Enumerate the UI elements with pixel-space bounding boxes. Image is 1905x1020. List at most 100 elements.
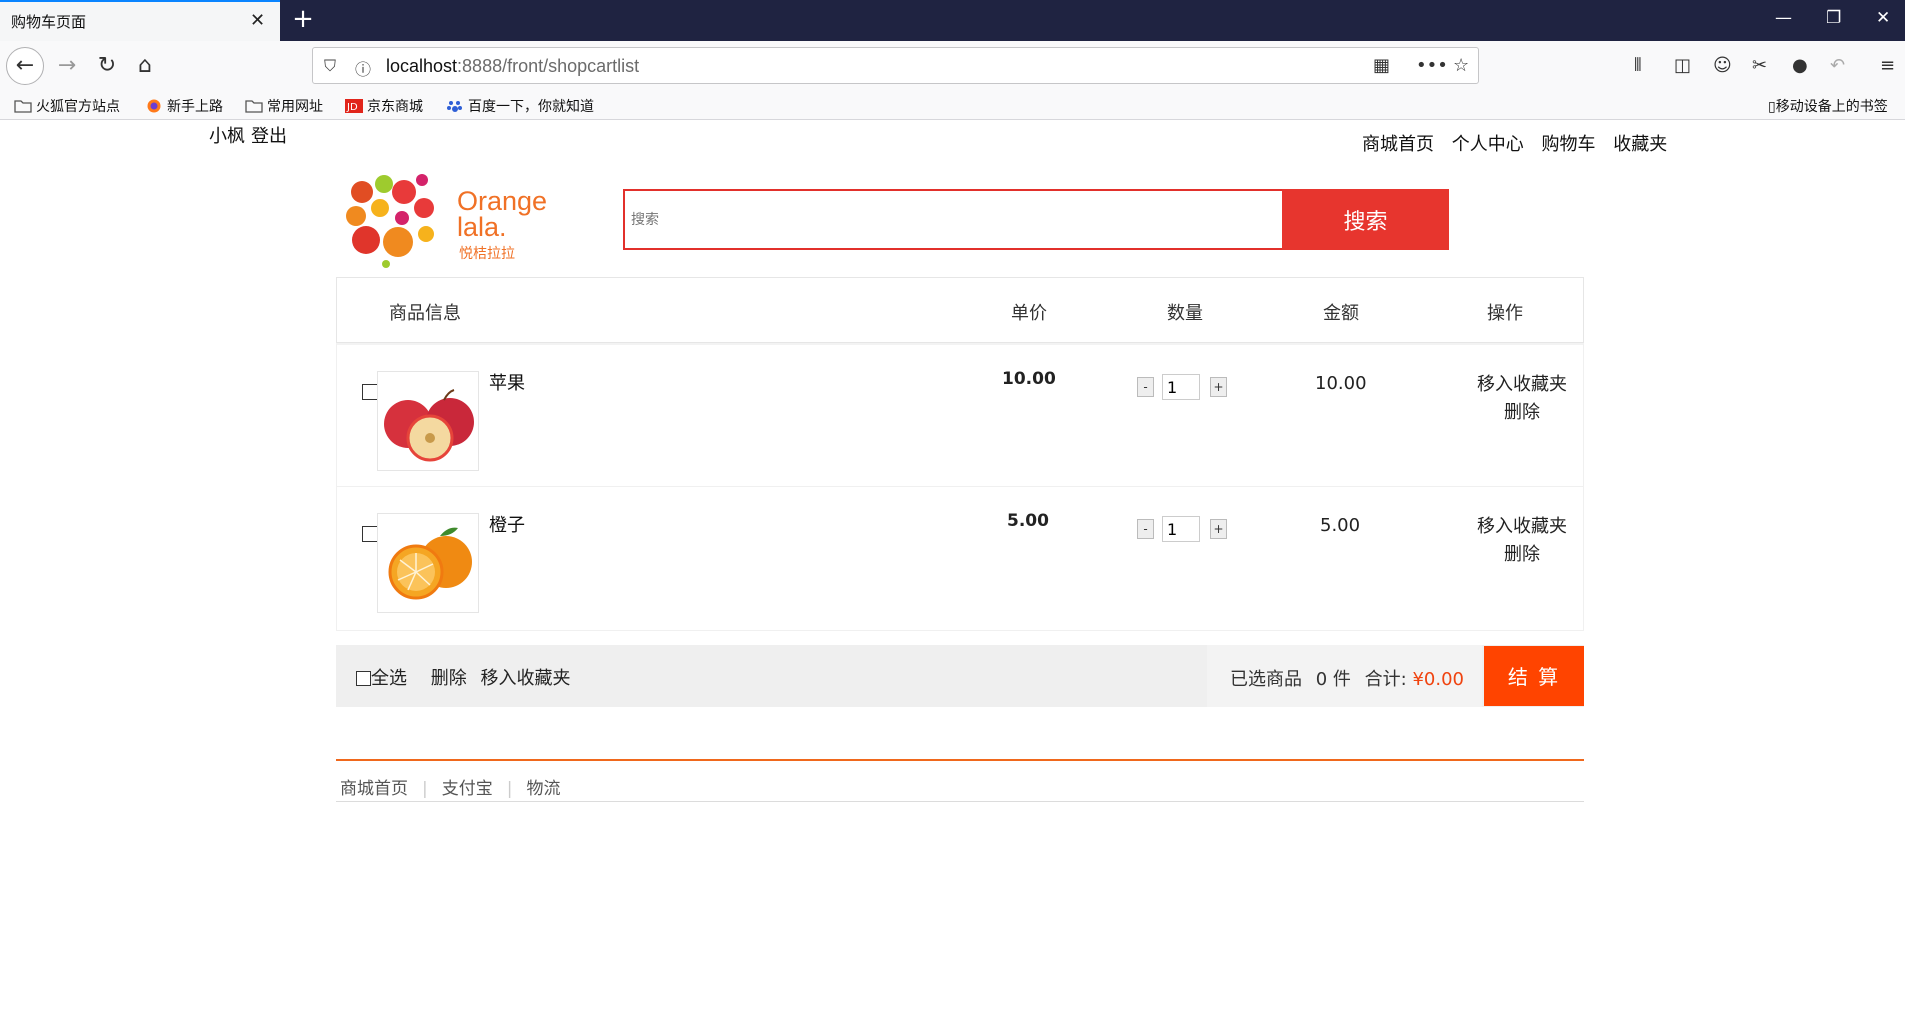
product-image-orange[interactable]: [377, 513, 479, 613]
cart-table: 商品信息 单价 数量 金额 操作 苹果 10.00 - 1 + 10.00 移入…: [336, 277, 1584, 631]
product-name[interactable]: 苹果: [489, 369, 525, 395]
nav-profile-link[interactable]: 个人中心: [1452, 134, 1524, 155]
row-actions: 移入收藏夹 删除: [1457, 371, 1587, 427]
nav-toolbar: ← → ↻ ⌂ ⛉ ⓘ localhost:8888/front/shopcar…: [0, 41, 1905, 90]
page-content: 小枫 登出 商城首页 个人中心 购物车 收藏夹 Orange lala. 悦桔拉拉…: [0, 120, 1905, 1020]
tab-bar: 购物车页面 ✕ + — ❐ ✕: [0, 0, 1905, 41]
tab-title: 购物车页面: [11, 13, 87, 31]
header-qty: 数量: [1167, 303, 1203, 324]
increase-button[interactable]: +: [1210, 519, 1227, 539]
more-actions-icon[interactable]: •••: [1416, 55, 1448, 76]
delete-link[interactable]: 删除: [1457, 541, 1587, 569]
mobile-bookmarks[interactable]: ▯移动设备上的书签: [1768, 96, 1888, 116]
item-checkbox[interactable]: [362, 526, 378, 542]
delete-link[interactable]: 删除: [1457, 399, 1587, 427]
quantity-stepper: - +: [1137, 516, 1227, 542]
logo-text-cn: 悦桔拉拉: [459, 246, 515, 262]
new-tab-icon[interactable]: +: [289, 4, 317, 34]
selected-unit: 件: [1332, 669, 1351, 690]
bookmark-item[interactable]: 新手上路: [145, 96, 223, 116]
username: 小枫: [209, 126, 245, 147]
bulk-delete-link[interactable]: 删除: [431, 668, 467, 689]
bookmark-item[interactable]: 火狐官方站点: [14, 96, 120, 116]
site-logo[interactable]: Orange lala. 悦桔拉拉: [342, 170, 562, 270]
cart-header: 商品信息 单价 数量 金额 操作: [336, 277, 1584, 343]
product-name[interactable]: 橙子: [489, 511, 525, 537]
baidu-icon: [447, 101, 462, 112]
search-button[interactable]: 搜索: [1282, 189, 1449, 250]
screenshot-icon[interactable]: ✂: [1752, 55, 1767, 76]
logo-text-lala: lala.: [457, 212, 507, 242]
back-icon[interactable]: ←: [6, 47, 44, 85]
chat-icon[interactable]: ●: [1792, 55, 1808, 76]
table-row: 橙子 5.00 - + 5.00 移入收藏夹 删除: [336, 487, 1584, 631]
total-price: ¥0.00: [1412, 669, 1464, 690]
header-price: 单价: [1011, 303, 1047, 324]
cart-footer-bar: 全选 删除 移入收藏夹 已选商品 0 件 合计: ¥0.00 结 算: [336, 645, 1584, 707]
sidebar-icon[interactable]: ◫: [1674, 55, 1691, 76]
product-amount: 10.00: [1315, 373, 1367, 394]
restore-icon[interactable]: ❐: [1826, 8, 1841, 28]
url-bar[interactable]: ⛉ ⓘ localhost:8888/front/shopcartlist ▦ …: [312, 47, 1479, 84]
footer-link-alipay[interactable]: 支付宝: [442, 779, 493, 799]
home-icon[interactable]: ⌂: [128, 49, 162, 83]
move-to-favorites-link[interactable]: 移入收藏夹: [1457, 513, 1587, 541]
url-text[interactable]: localhost:8888/front/shopcartlist: [386, 56, 639, 77]
nav-home-link[interactable]: 商城首页: [1362, 134, 1434, 155]
active-tab[interactable]: 购物车页面 ✕: [0, 0, 280, 41]
product-image-apple[interactable]: [377, 371, 479, 471]
footer-link-home[interactable]: 商城首页: [340, 779, 408, 799]
header-info: 商品信息: [389, 303, 461, 324]
bookmark-item[interactable]: 常用网址: [245, 96, 323, 116]
forward-icon[interactable]: →: [50, 49, 84, 83]
library-icon[interactable]: ⫴: [1634, 55, 1642, 76]
selected-label: 已选商品: [1230, 669, 1302, 690]
increase-button[interactable]: +: [1210, 377, 1227, 397]
jd-icon: JD: [345, 99, 363, 113]
item-checkbox[interactable]: [362, 384, 378, 400]
bookmark-star-icon[interactable]: ☆: [1453, 55, 1469, 76]
row-actions: 移入收藏夹 删除: [1457, 513, 1587, 569]
footer-link-logistics[interactable]: 物流: [526, 779, 560, 799]
select-all-checkbox[interactable]: [356, 671, 371, 686]
checkout-button[interactable]: 结 算: [1484, 646, 1584, 706]
logout-link[interactable]: 登出: [251, 126, 287, 147]
reload-icon[interactable]: ↻: [90, 49, 124, 83]
bulk-favorite-link[interactable]: 移入收藏夹: [480, 668, 570, 689]
footer-actions: 全选 删除 移入收藏夹: [356, 664, 570, 690]
product-amount: 5.00: [1320, 515, 1361, 536]
total-label: 合计:: [1364, 669, 1407, 690]
nav-favorites-link[interactable]: 收藏夹: [1613, 134, 1667, 155]
header-ops: 操作: [1487, 303, 1523, 324]
bookmarks-bar: 火狐官方站点 新手上路 常用网址 JD 京东商城 百度一下，你就知道 ▯移动设备上…: [0, 90, 1905, 120]
undo-icon[interactable]: ↶: [1830, 55, 1845, 76]
minimize-icon[interactable]: —: [1775, 8, 1792, 28]
menu-icon[interactable]: ≡: [1880, 55, 1895, 76]
move-to-favorites-link[interactable]: 移入收藏夹: [1457, 371, 1587, 399]
svg-text:JD: JD: [346, 102, 358, 113]
cart-summary: 已选商品 0 件 合计: ¥0.00: [1207, 645, 1482, 707]
header-amount: 金额: [1323, 303, 1359, 324]
bookmark-item[interactable]: 百度一下，你就知道: [446, 96, 594, 116]
close-tab-icon[interactable]: ✕: [250, 10, 265, 31]
decrease-button[interactable]: -: [1137, 519, 1154, 539]
bookmark-item[interactable]: JD 京东商城: [345, 96, 423, 116]
quantity-input[interactable]: [1162, 516, 1200, 542]
select-all-label[interactable]: 全选: [371, 668, 407, 689]
search-input[interactable]: [623, 189, 1283, 250]
shield-icon[interactable]: ⛉: [324, 56, 336, 76]
quantity-input[interactable]: [1162, 374, 1200, 400]
decrease-button[interactable]: -: [1137, 377, 1154, 397]
window-close-icon[interactable]: ✕: [1876, 8, 1890, 28]
account-icon[interactable]: ☺: [1713, 55, 1732, 76]
nav-cart-link[interactable]: 购物车: [1541, 134, 1595, 155]
folder-icon: [14, 100, 32, 113]
search-area: 搜索: [623, 189, 1449, 250]
top-nav: 商城首页 个人中心 购物车 收藏夹: [1362, 130, 1679, 156]
quantity-stepper: - +: [1137, 374, 1227, 400]
product-price: 5.00: [1007, 511, 1049, 531]
firefox-icon: [147, 99, 161, 113]
qr-code-icon[interactable]: ▦: [1373, 55, 1390, 76]
info-icon[interactable]: ⓘ: [355, 56, 371, 80]
product-price: 10.00: [1002, 369, 1056, 389]
